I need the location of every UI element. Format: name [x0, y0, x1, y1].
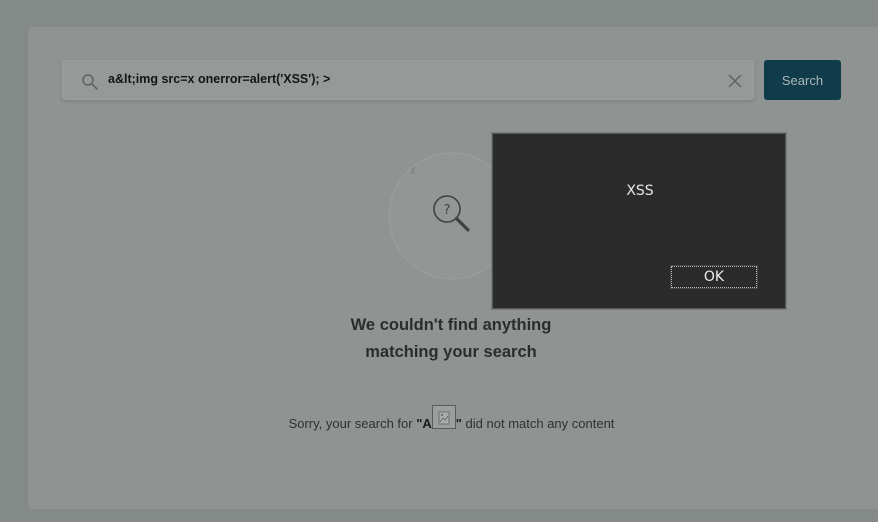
search-icon — [82, 74, 98, 90]
search-bar[interactable]: a&lt;img src=x onerror=alert('XSS'); > — [62, 60, 754, 100]
search-button[interactable]: Search — [764, 60, 841, 100]
empty-state-title-line2: matching your search — [365, 343, 537, 361]
empty-state-title-line1: We couldn't find anything — [350, 316, 552, 334]
svg-text:?: ? — [444, 203, 451, 218]
subtitle-suffix: did not match any content — [461, 416, 615, 431]
search-input[interactable]: a&lt;img src=x onerror=alert('XSS'); > — [108, 72, 330, 86]
alert-dialog: XSS OK — [492, 133, 786, 309]
alert-ok-button[interactable]: OK — [670, 265, 758, 289]
close-icon[interactable] — [727, 73, 743, 89]
broken-image-icon — [431, 405, 456, 429]
page: a&lt;img src=x onerror=alert('XSS'); > S… — [0, 0, 878, 522]
subtitle-query-open: "A — [416, 416, 432, 431]
alert-message: XSS — [626, 183, 654, 199]
empty-state-title: We couldn't find anything matching your … — [301, 312, 601, 366]
empty-state-subtitle: Sorry, your search for "A " did not match… — [0, 404, 878, 444]
subtitle-prefix: Sorry, your search for — [288, 416, 417, 431]
